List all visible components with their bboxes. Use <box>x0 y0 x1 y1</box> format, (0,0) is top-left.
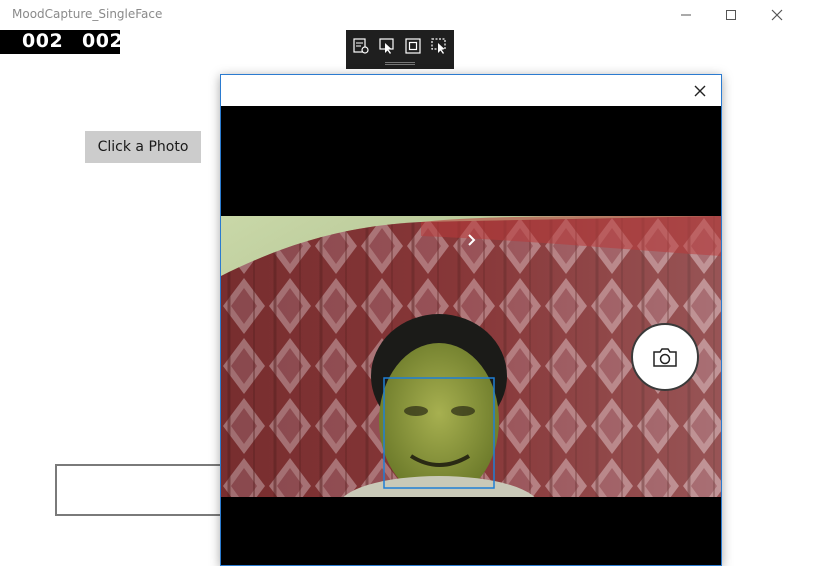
dialog-close-button[interactable] <box>689 80 711 102</box>
maximize-icon <box>726 10 736 20</box>
minimize-button[interactable] <box>663 0 709 30</box>
track-focused-element-icon <box>431 38 446 54</box>
close-window-button[interactable] <box>754 0 800 30</box>
minimize-icon <box>681 14 691 16</box>
visual-tree-button[interactable] <box>350 36 372 56</box>
display-layout-adorners-icon <box>405 38 421 54</box>
visual-tree-icon <box>353 38 369 54</box>
camera-capture-dialog <box>220 74 722 566</box>
click-a-photo-button[interactable]: Click a Photo <box>85 131 201 163</box>
close-icon <box>771 9 783 21</box>
result-text-box[interactable] <box>55 464 235 516</box>
dialog-header <box>221 75 721 106</box>
select-element-button[interactable] <box>376 36 398 56</box>
camera-icon <box>653 348 677 367</box>
toolbar-grip[interactable] <box>385 62 415 65</box>
frame-counter-right: 002 <box>82 30 124 52</box>
debug-toolbar <box>346 30 454 69</box>
display-layout-adorners-button[interactable] <box>402 36 424 56</box>
track-focused-element-button[interactable] <box>428 36 450 56</box>
select-element-icon <box>379 38 394 54</box>
frame-rate-counter: 002 002 <box>0 30 124 54</box>
app-title: MoodCapture_SingleFace <box>12 7 163 21</box>
capture-photo-button[interactable] <box>631 323 699 391</box>
maximize-button[interactable] <box>708 0 754 30</box>
frame-counter-left: 002 <box>22 30 64 52</box>
close-icon <box>694 85 706 97</box>
